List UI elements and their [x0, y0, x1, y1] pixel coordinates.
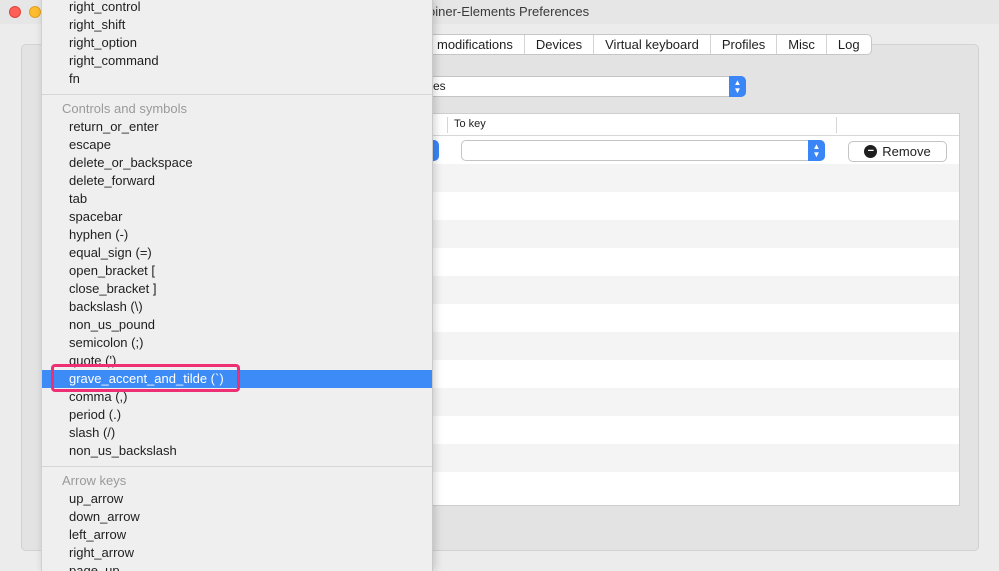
menu-item-semicolon[interactable]: semicolon (;) [42, 334, 432, 352]
mappings-table: To key ▲ ▼ − Remove [420, 113, 960, 506]
menu-item-grave-accent-and-tilde[interactable]: grave_accent_and_tilde (`) [42, 370, 432, 388]
menu-item-right-option[interactable]: right_option [42, 34, 432, 52]
to-key-select[interactable]: ▲ ▼ [461, 140, 825, 161]
table-row [421, 164, 959, 192]
menu-item-down-arrow[interactable]: down_arrow [42, 508, 432, 526]
tab-misc[interactable]: Misc [776, 35, 826, 54]
menu-item-non-us-backslash[interactable]: non_us_backslash [42, 442, 432, 460]
window-title: oiner-Elements Preferences [428, 4, 590, 19]
menu-item-delete-or-backspace[interactable]: delete_or_backspace [42, 154, 432, 172]
device-select-value: es [433, 79, 446, 93]
table-row [421, 248, 959, 276]
remove-label: Remove [882, 144, 931, 159]
menu-item-equal-sign[interactable]: equal_sign (=) [42, 244, 432, 262]
close-window-button[interactable] [9, 6, 21, 18]
menu-item-hyphen[interactable]: hyphen (-) [42, 226, 432, 244]
menu-item-period[interactable]: period (.) [42, 406, 432, 424]
menu-separator [42, 94, 432, 95]
menu-item-right-control[interactable]: right_control [42, 0, 432, 16]
select-stepper-icon: ▲ ▼ [729, 76, 746, 97]
menu-item-fn[interactable]: fn [42, 70, 432, 88]
menu-separator [42, 466, 432, 467]
menu-item-right-shift[interactable]: right_shift [42, 16, 432, 34]
remove-button[interactable]: − Remove [848, 141, 947, 162]
tab-virtual-keyboard[interactable]: Virtual keyboard [593, 35, 710, 54]
tab-bar: modifications Devices Virtual keyboard P… [410, 34, 872, 55]
menu-item-spacebar[interactable]: spacebar [42, 208, 432, 226]
table-row [421, 276, 959, 304]
menu-item-delete-forward[interactable]: delete_forward [42, 172, 432, 190]
minus-circle-icon: − [864, 145, 878, 158]
table-row [421, 416, 959, 444]
minimize-window-button[interactable] [29, 6, 41, 18]
menu-item-quote[interactable]: quote (') [42, 352, 432, 370]
column-divider [836, 117, 837, 133]
table-row [421, 444, 959, 472]
table-row [421, 192, 959, 220]
table-row [421, 304, 959, 332]
menu-item-up-arrow[interactable]: up_arrow [42, 490, 432, 508]
menu-item-open-bracket[interactable]: open_bracket [ [42, 262, 432, 280]
table-row [421, 220, 959, 248]
table-row [421, 388, 959, 416]
menu-item-page-up[interactable]: page_up [42, 562, 432, 571]
tab-devices[interactable]: Devices [523, 35, 593, 54]
tab-profiles[interactable]: Profiles [709, 35, 776, 54]
key-dropdown-menu: right_control right_shift right_option r… [41, 0, 433, 571]
menu-section-arrow-keys: Arrow keys [62, 473, 127, 488]
menu-item-close-bracket[interactable]: close_bracket ] [42, 280, 432, 298]
menu-item-right-command[interactable]: right_command [42, 52, 432, 70]
table-row [421, 332, 959, 360]
menu-item-left-arrow[interactable]: left_arrow [42, 526, 432, 544]
select-stepper-icon: ▲ ▼ [808, 140, 825, 161]
column-divider [447, 117, 448, 133]
menu-section-controls: Controls and symbols [62, 101, 187, 116]
table-row: ▲ ▼ − Remove [421, 136, 959, 164]
menu-item-non-us-pound[interactable]: non_us_pound [42, 316, 432, 334]
table-header: To key [421, 114, 959, 136]
menu-item-tab[interactable]: tab [42, 190, 432, 208]
table-row [421, 472, 959, 500]
menu-item-slash[interactable]: slash (/) [42, 424, 432, 442]
tab-log[interactable]: Log [825, 35, 871, 54]
menu-item-right-arrow[interactable]: right_arrow [42, 544, 432, 562]
menu-item-comma[interactable]: comma (,) [42, 388, 432, 406]
menu-item-escape[interactable]: escape [42, 136, 432, 154]
menu-item-return-or-enter[interactable]: return_or_enter [42, 118, 432, 136]
device-select[interactable]: es ▲ ▼ [420, 76, 746, 97]
menu-item-backslash[interactable]: backslash (\) [42, 298, 432, 316]
table-row [421, 360, 959, 388]
header-to-key: To key [454, 118, 486, 130]
